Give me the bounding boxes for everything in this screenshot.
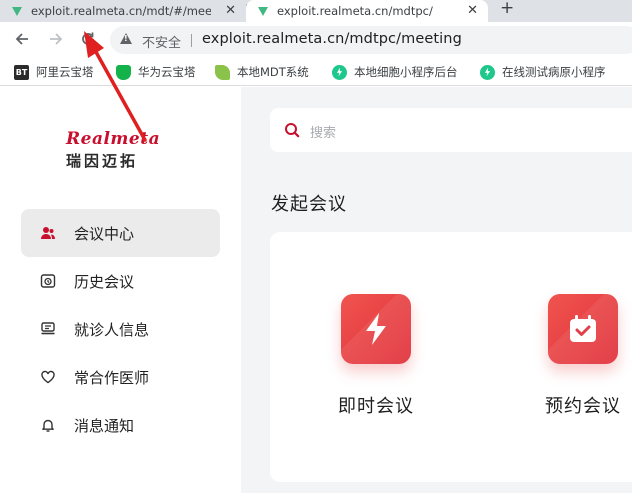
sidebar-item-patient-info[interactable]: 就诊人信息 [21,305,220,353]
search-icon [284,122,300,142]
bookmark-label: 本地MDT系统 [237,65,309,79]
patient-card-icon [40,321,56,337]
security-status[interactable]: 不安全 [142,32,181,51]
scheduled-meeting-tile[interactable] [548,294,618,364]
url-text[interactable]: exploit.realmeta.cn/mdtpc/meeting [202,31,462,47]
instant-meeting-tile[interactable] [341,294,411,364]
logo-text-en: Realmeta [66,129,161,149]
sidebar-item-doctors[interactable]: 常合作医师 [21,353,220,401]
calendar-check-icon [570,315,596,342]
reload-icon [82,32,94,45]
leaf-icon [215,64,230,80]
address-divider [191,34,192,47]
bookmark-item[interactable]: BT 阿里云宝塔 [14,64,94,80]
browser-toolbar: 不安全 exploit.realmeta.cn/mdtpc/meeting [0,22,632,58]
bookmark-item[interactable]: 本地MDT系统 [215,64,309,80]
browser-tab[interactable]: exploit.realmeta.cn/mdt/#/meeting ✕ [0,0,246,22]
logo[interactable]: Realmeta 瑞因迈拓 [66,129,161,171]
browser-tab-active[interactable]: exploit.realmeta.cn/mdtpc/ ✕ [246,0,488,22]
sidebar-item-label: 会议中心 [74,224,135,243]
user-group-icon [40,225,56,241]
sidebar-item-label: 常合作医师 [74,368,150,387]
bell-icon [40,417,56,433]
address-bar[interactable]: 不安全 exploit.realmeta.cn/mdtpc/meeting [110,26,632,54]
search-input[interactable]: 搜索 [270,108,632,152]
forward-button[interactable] [46,30,66,50]
heart-icon [40,369,56,385]
meeting-actions-card: 即时会议 预约会议 [270,232,632,482]
close-tab-icon[interactable]: ✕ [467,3,478,19]
instant-meeting-button[interactable]: 即时会议 [321,294,431,418]
search-placeholder: 搜索 [310,126,337,141]
history-icon [40,273,56,289]
new-tab-button[interactable]: + [500,0,514,17]
bolt-icon [480,64,495,80]
forward-arrow-icon [50,33,63,45]
vue-favicon-icon [12,6,22,16]
bt-icon: BT [14,64,29,80]
tab-title: exploit.realmeta.cn/mdt/#/meeting [31,4,211,18]
sidebar-item-label: 就诊人信息 [74,320,150,339]
bolt-icon [332,64,347,80]
vue-favicon-icon [258,6,268,16]
shield-icon [116,64,131,80]
bookmark-label: 本地细胞小程序后台 [354,65,458,79]
main-panel: 搜索 发起会议 即时会议 预约会议 [241,87,632,493]
back-arrow-icon [15,33,28,45]
sidebar-item-history[interactable]: 历史会议 [21,257,220,305]
bookmarks-bar: BT 阿里云宝塔 华为云宝塔 本地MDT系统 本地细胞小程序后台 在线测试病原小… [0,58,632,86]
lightning-icon [366,313,386,345]
bookmark-label: 阿里云宝塔 [36,65,94,79]
bookmark-label: 华为云宝塔 [138,65,196,79]
sidebar-item-label: 历史会议 [74,272,135,291]
bookmark-item[interactable]: 本地细胞小程序后台 [332,64,458,80]
logo-text-cn: 瑞因迈拓 [66,152,139,170]
warning-icon[interactable] [120,33,132,44]
bookmark-label: 在线测试病原小程序 [502,65,606,79]
browser-tab-strip: exploit.realmeta.cn/mdt/#/meeting ✕ expl… [0,0,632,22]
close-tab-icon[interactable]: ✕ [225,3,236,19]
sidebar-item-label: 消息通知 [74,416,135,435]
action-label: 预约会议 [545,396,621,417]
back-button[interactable] [12,30,32,50]
sidebar-item-notifications[interactable]: 消息通知 [21,401,220,449]
page-content: Realmeta 瑞因迈拓 会议中心 历史会议 就诊人信息 常合作医师 消息通知… [0,87,632,493]
reload-button[interactable] [78,30,98,50]
tab-title: exploit.realmeta.cn/mdtpc/ [277,4,433,18]
bookmark-item[interactable]: 在线测试病原小程序 [480,64,606,80]
scheduled-meeting-button[interactable]: 预约会议 [528,294,632,418]
action-label: 即时会议 [338,396,414,417]
section-title: 发起会议 [271,194,347,215]
sidebar-item-meeting-center[interactable]: 会议中心 [21,209,220,257]
sidebar: Realmeta 瑞因迈拓 会议中心 历史会议 就诊人信息 常合作医师 消息通知 [0,87,241,493]
bookmark-item[interactable]: 华为云宝塔 [116,64,196,80]
